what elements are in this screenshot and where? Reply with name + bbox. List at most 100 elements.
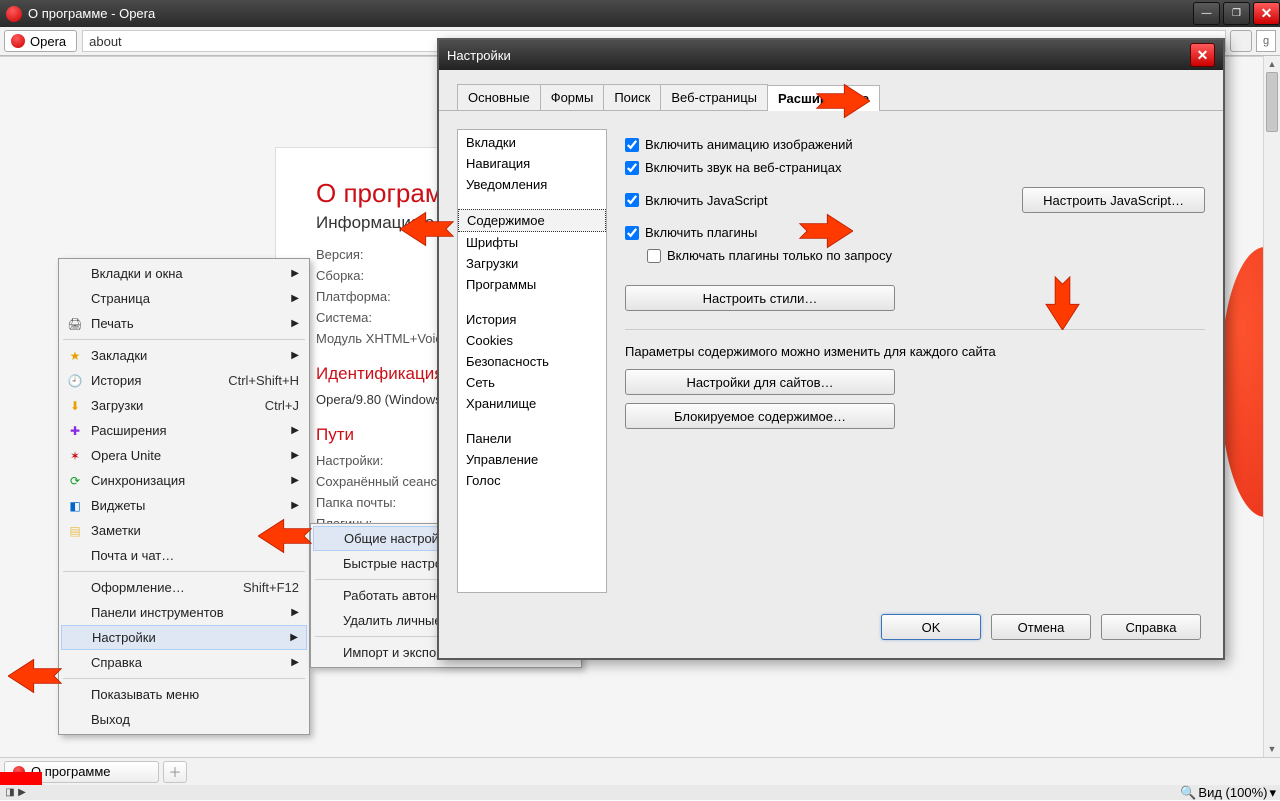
category-item[interactable]: История [458, 309, 606, 330]
dialog-titlebar: Настройки ✕ [439, 40, 1223, 70]
menu-item-label: Закладки [91, 348, 147, 363]
menu-item-label: Панели инструментов [91, 605, 224, 620]
search-dropdown[interactable]: g [1256, 30, 1276, 52]
enable-animation-checkbox[interactable]: Включить анимацию изображений [625, 137, 1205, 152]
submenu-arrow-icon: ▶ [291, 425, 299, 436]
menu-item-label: Вкладки и окна [91, 266, 183, 281]
menu-item-label: История [91, 373, 141, 388]
site-settings-button[interactable]: Настройки для сайтов… [625, 369, 895, 395]
menu-separator [63, 678, 305, 679]
menu-item[interactable]: ★Закладки▶ [61, 343, 307, 368]
opera-icon [6, 6, 22, 22]
window-titlebar: О программе - Opera — ❐ ✕ [0, 0, 1280, 27]
help-button[interactable]: Справка [1101, 614, 1201, 640]
enable-sound-checkbox[interactable]: Включить звук на веб-страницах [625, 160, 1205, 175]
menu-separator [63, 339, 305, 340]
menu-shortcut: Shift+F12 [243, 580, 299, 595]
menu-item-icon: ✚ [67, 423, 83, 439]
maximize-button[interactable]: ❐ [1223, 2, 1250, 25]
arrow-annotation [8, 655, 63, 697]
menu-item[interactable]: Справка▶ [61, 650, 307, 675]
menu-item[interactable]: Панели инструментов ▶ [61, 600, 307, 625]
menu-item[interactable]: ✶Opera Unite▶ [61, 443, 307, 468]
category-item[interactable]: Шрифты [458, 232, 606, 253]
zoom-label: Вид (100%) [1198, 785, 1267, 800]
menu-item[interactable]: Вкладки и окна▶ [61, 261, 307, 286]
category-item[interactable]: Сеть [458, 372, 606, 393]
menu-item[interactable]: Оформление…Shift+F12 [61, 575, 307, 600]
menu-item[interactable]: Показывать меню [61, 682, 307, 707]
category-item[interactable]: Управление [458, 449, 606, 470]
menu-item[interactable]: 🖨 Печать ▶ [61, 311, 307, 336]
menu-item[interactable]: Выход [61, 707, 307, 732]
submenu-arrow-icon: ▶ [291, 318, 299, 329]
arrow-annotation [1035, 270, 1090, 335]
category-item[interactable]: Навигация [458, 153, 606, 174]
window-controls: — ❐ ✕ [1190, 2, 1280, 25]
category-item[interactable]: Голос [458, 470, 606, 491]
category-item[interactable]: Программы [458, 274, 606, 295]
submenu-arrow-icon: ▶ [291, 657, 299, 668]
cancel-button[interactable]: Отмена [991, 614, 1091, 640]
enable-javascript-checkbox[interactable]: Включить JavaScript [625, 193, 768, 208]
close-button[interactable]: ✕ [1253, 2, 1280, 25]
category-item[interactable]: Cookies [458, 330, 606, 351]
blocked-content-button[interactable]: Блокируемое содержимое… [625, 403, 895, 429]
category-item[interactable]: Панели [458, 428, 606, 449]
category-item[interactable]: Безопасность [458, 351, 606, 372]
dialog-tab[interactable]: Веб-страницы [660, 84, 768, 110]
menu-item-icon: ✶ [67, 448, 83, 464]
category-item[interactable]: Хранилище [458, 393, 606, 414]
per-site-label: Параметры содержимого можно изменить для… [625, 344, 1205, 359]
vertical-scrollbar[interactable]: ▲ ▼ [1263, 56, 1280, 757]
reload-button[interactable] [1230, 30, 1252, 52]
scroll-down-icon[interactable]: ▼ [1264, 741, 1280, 757]
menu-item-label: Почта и чат… [91, 548, 174, 563]
submenu-arrow-icon: ▶ [291, 293, 299, 304]
category-item[interactable]: Уведомления [458, 174, 606, 195]
plugins-on-demand-checkbox[interactable]: Включать плагины только по запросу [647, 248, 1205, 263]
category-item[interactable]: Загрузки [458, 253, 606, 274]
menu-item-icon: 🖨 [67, 316, 83, 332]
configure-js-button[interactable]: Настроить JavaScript… [1022, 187, 1205, 213]
panel-toggle-icon[interactable]: ◨ [4, 787, 16, 799]
category-list[interactable]: ВкладкиНавигацияУведомления СодержимоеШри… [457, 129, 607, 593]
menu-shortcut: Ctrl+J [265, 398, 299, 413]
menu-item-icon: 🕘 [67, 373, 83, 389]
configure-styles-button[interactable]: Настроить стили… [625, 285, 895, 311]
category-item[interactable]: Вкладки [458, 132, 606, 153]
menu-item[interactable]: ⟳Синхронизация▶ [61, 468, 307, 493]
zoom-dropdown-icon[interactable]: ▾ [1269, 785, 1276, 801]
zoom-in-icon[interactable]: 🔍 [1180, 785, 1196, 801]
new-tab-button[interactable]: ＋ [163, 761, 187, 783]
submenu-arrow-icon: ▶ [291, 500, 299, 511]
dialog-tab[interactable]: Поиск [603, 84, 661, 110]
dialog-tab[interactable]: Основные [457, 84, 541, 110]
scroll-up-icon[interactable]: ▲ [1264, 56, 1280, 72]
window-title: О программе - Opera [28, 6, 155, 21]
submenu-arrow-icon: ▶ [291, 607, 299, 618]
arrow-annotation [798, 210, 853, 252]
dialog-buttons: OK Отмена Справка [881, 610, 1201, 644]
submenu-arrow-icon: ▶ [291, 475, 299, 486]
menu-item[interactable]: ✚Расширения▶ [61, 418, 307, 443]
opera-menu-label: Opera [30, 34, 66, 49]
ok-button[interactable]: OK [881, 614, 981, 640]
scrollbar-thumb[interactable] [1266, 72, 1278, 132]
menu-item[interactable]: Страница▶ [61, 286, 307, 311]
opera-menu-button[interactable]: Opera [4, 30, 77, 52]
menu-item[interactable]: Настройки▶ [61, 625, 307, 650]
menu-item[interactable]: 🕘ИсторияCtrl+Shift+H [61, 368, 307, 393]
menu-item-label: Виджеты [91, 498, 145, 513]
menu-item-label: Выход [91, 712, 130, 727]
dialog-close-button[interactable]: ✕ [1190, 43, 1215, 67]
minimize-button[interactable]: — [1193, 2, 1220, 25]
category-item[interactable]: Содержимое [458, 209, 606, 232]
menu-item-label: Opera Unite [91, 448, 161, 463]
enable-plugins-checkbox[interactable]: Включить плагины [625, 225, 1205, 240]
play-icon[interactable]: ▶ [16, 787, 28, 799]
menu-item-label: Печать [91, 316, 134, 331]
menu-item-label: Импорт и экспорт [343, 645, 449, 660]
dialog-tab[interactable]: Формы [540, 84, 605, 110]
menu-item[interactable]: ⬇ЗагрузкиCtrl+J [61, 393, 307, 418]
